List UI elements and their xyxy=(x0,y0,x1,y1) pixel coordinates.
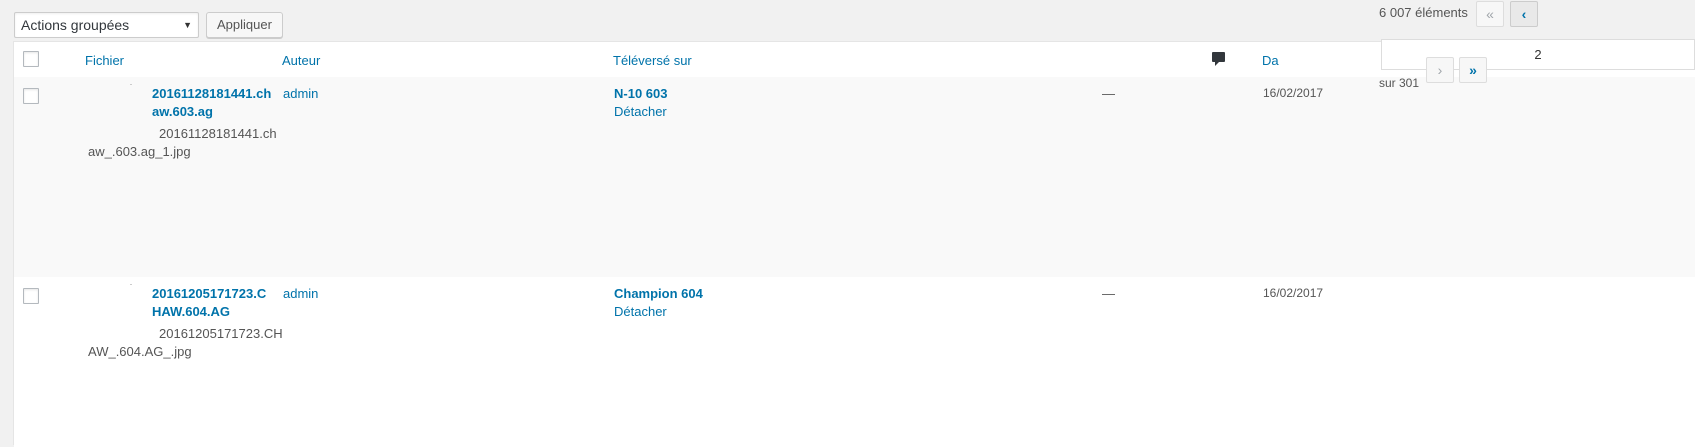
first-page-button[interactable]: « xyxy=(1476,1,1504,27)
comment-icon xyxy=(1212,52,1225,66)
items-count: 6 007 éléments xyxy=(1379,5,1468,20)
bulk-actions-select[interactable]: Actions groupées ▼ xyxy=(14,12,199,38)
row-checkbox[interactable] xyxy=(23,288,39,304)
chevron-down-icon: ▼ xyxy=(183,20,192,30)
table-row: 20161205171723.CHAW.604.AG 2016120517172… xyxy=(14,277,1695,447)
parent-post-link[interactable]: Champion 604 xyxy=(614,286,703,301)
thumbnail xyxy=(130,284,132,285)
column-uploaded-to[interactable]: Téléversé sur xyxy=(613,53,692,68)
column-author[interactable]: Auteur xyxy=(282,53,320,68)
parent-post-link[interactable]: N-10 603 xyxy=(614,86,667,101)
comments-count: — xyxy=(1102,86,1115,101)
detach-link[interactable]: Détacher xyxy=(614,104,667,119)
upload-date: 16/02/2017 xyxy=(1263,86,1324,100)
last-page-button[interactable]: » xyxy=(1459,57,1487,83)
detach-link[interactable]: Détacher xyxy=(614,304,667,319)
select-all-checkbox[interactable] xyxy=(23,51,39,67)
author-link[interactable]: admin xyxy=(283,86,318,101)
author-link[interactable]: admin xyxy=(283,286,318,301)
file-name: 20161128181441.chaw_.603.ag_1.jpg xyxy=(88,126,277,159)
upload-date: 16/02/2017 xyxy=(1263,286,1324,300)
comments-count: — xyxy=(1102,286,1115,301)
media-table: Fichier Auteur Téléversé sur Da 20161128… xyxy=(13,41,1695,447)
file-name: 20161205171723.CHAW_.604.AG_.jpg xyxy=(88,326,283,359)
table-row: 20161128181441.chaw.603.ag 2016112818144… xyxy=(14,77,1695,277)
column-date[interactable]: Da xyxy=(1262,53,1279,68)
thumbnail xyxy=(130,84,132,85)
bulk-actions-label: Actions groupées xyxy=(21,17,130,33)
apply-button[interactable]: Appliquer xyxy=(206,12,283,38)
prev-page-button[interactable]: ‹ xyxy=(1510,1,1538,27)
file-title-link[interactable]: 20161205171723.CHAW.604.AG xyxy=(152,285,272,321)
file-title-link[interactable]: 20161128181441.chaw.603.ag xyxy=(152,85,272,121)
column-file[interactable]: Fichier xyxy=(85,53,124,68)
next-page-button[interactable]: › xyxy=(1426,57,1454,83)
total-pages: sur 301 xyxy=(1379,76,1420,90)
row-checkbox[interactable] xyxy=(23,88,39,104)
